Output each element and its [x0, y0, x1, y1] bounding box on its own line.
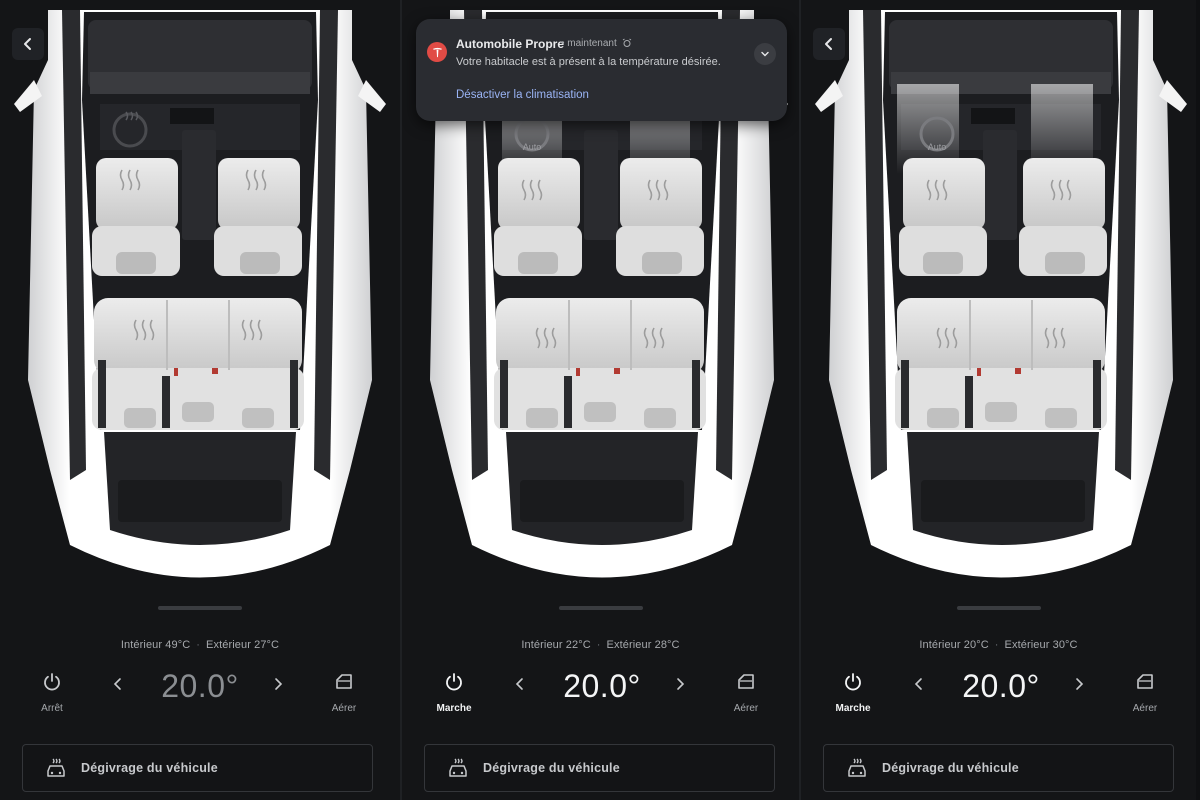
temperature-setpoint: 20.0°: [563, 668, 641, 704]
power-label: Marche: [436, 703, 472, 714]
window-vent-icon: [738, 674, 754, 689]
vent-label: Aérer: [331, 703, 357, 714]
climate-controls: Marche 20.0° Aérer: [801, 668, 1196, 716]
defrost-button[interactable]: Dégivrage du véhicule: [424, 744, 775, 792]
steering-auto-label: Auto: [928, 142, 947, 152]
screenshot-triptych: Intérieur 49°C · Extérieur 27°C Arrêt 20.0…: [0, 0, 1200, 800]
power-label: Marche: [835, 703, 871, 714]
window-vent-icon: [1137, 674, 1153, 689]
push-notification[interactable]: Automobile Propre • maintenant Votre hab…: [416, 19, 787, 121]
power-icon: [446, 673, 462, 691]
interior-temp: Intérieur 20°C: [919, 639, 989, 651]
power-button[interactable]: Marche: [432, 672, 476, 714]
defrost-label: Dégivrage du véhicule: [483, 761, 620, 775]
defrost-label: Dégivrage du véhicule: [81, 761, 218, 775]
car-defrost-icon: [47, 758, 65, 777]
climate-screen-1: Intérieur 49°C · Extérieur 27°C Arrêt 20.0…: [0, 0, 400, 800]
decrease-temp-button[interactable]: [911, 676, 927, 692]
front-right-seat: [616, 158, 704, 276]
expand-notification-button[interactable]: [754, 43, 776, 65]
drawer-handle[interactable]: [158, 606, 242, 610]
steering-auto-label: Auto: [523, 142, 542, 152]
climate-controls: Marche 20.0° Aérer: [402, 668, 799, 716]
notification-time: • maintenant: [561, 38, 617, 49]
vent-button[interactable]: Aérer: [322, 672, 366, 714]
vent-label: Aérer: [1132, 703, 1158, 714]
front-right-seat: [214, 158, 302, 276]
climate-screen-2: Auto Automobile Propre • maintenant Votr…: [400, 0, 799, 800]
power-icon: [44, 673, 60, 691]
temperature-setpoint: 20.0°: [962, 668, 1040, 704]
car-top-view: [14, 10, 386, 578]
car-defrost-icon: [848, 758, 866, 777]
climate-screen-3: Auto Intérieur 20°C · Extérieur 30°C Mar…: [799, 0, 1196, 800]
rear-bench: [92, 298, 304, 430]
front-left-seat: [494, 158, 582, 276]
disable-climate-action[interactable]: Désactiver la climatisation: [456, 89, 589, 101]
drawer-handle[interactable]: [558, 606, 643, 610]
vent-button[interactable]: Aérer: [724, 672, 768, 714]
chevron-left-icon: [24, 38, 31, 50]
decrease-temp-button[interactable]: [512, 676, 528, 692]
power-button[interactable]: Marche: [831, 672, 875, 714]
tesla-app-icon: [427, 42, 447, 62]
back-button[interactable]: [12, 28, 44, 60]
temperature-readout: Intérieur 22°C · Extérieur 28°C: [521, 639, 680, 651]
temperature-readout: Intérieur 20°C · Extérieur 30°C: [919, 639, 1078, 651]
decrease-temp-button[interactable]: [110, 676, 126, 692]
back-button[interactable]: [813, 28, 845, 60]
window-vent-icon: [336, 674, 352, 689]
vent-button[interactable]: Aérer: [1123, 672, 1167, 714]
rear-bench: [494, 298, 706, 430]
increase-temp-button[interactable]: [270, 676, 286, 692]
power-label: Arrêt: [41, 703, 63, 714]
temperature-readout: Intérieur 49°C · Extérieur 27°C: [120, 639, 280, 651]
notification-app-name: Automobile Propre: [456, 37, 565, 51]
chevron-down-icon: [761, 51, 769, 57]
power-icon: [845, 673, 861, 691]
defrost-button[interactable]: Dégivrage du véhicule: [823, 744, 1174, 792]
interior-temp: Intérieur 22°C: [521, 639, 591, 651]
exterior-temp: Extérieur 27°C: [206, 639, 280, 651]
drawer-handle[interactable]: [956, 606, 1041, 610]
front-right-seat: [1019, 158, 1107, 276]
front-left-seat: [92, 158, 180, 276]
front-left-seat: [899, 158, 987, 276]
exterior-temp: Extérieur 30°C: [1004, 639, 1078, 651]
defrost-button[interactable]: Dégivrage du véhicule: [22, 744, 373, 792]
alarm-icon: [622, 38, 632, 47]
vent-label: Aérer: [733, 703, 759, 714]
exterior-temp: Extérieur 28°C: [606, 639, 680, 651]
increase-temp-button[interactable]: [1071, 676, 1087, 692]
increase-temp-button[interactable]: [672, 676, 688, 692]
interior-temp: Intérieur 49°C: [120, 639, 191, 651]
rear-bench: [895, 298, 1107, 430]
climate-controls: Arrêt 20.0° Aérer: [0, 668, 400, 716]
defrost-label: Dégivrage du véhicule: [882, 761, 1019, 775]
power-button[interactable]: Arrêt: [30, 672, 74, 714]
car-defrost-icon: [449, 758, 467, 777]
temperature-setpoint: 20.0°: [161, 668, 239, 704]
chevron-left-icon: [825, 38, 832, 50]
notification-message: Votre habitacle est à présent à la tempé…: [456, 56, 721, 68]
car-top-view: Auto: [815, 10, 1187, 578]
